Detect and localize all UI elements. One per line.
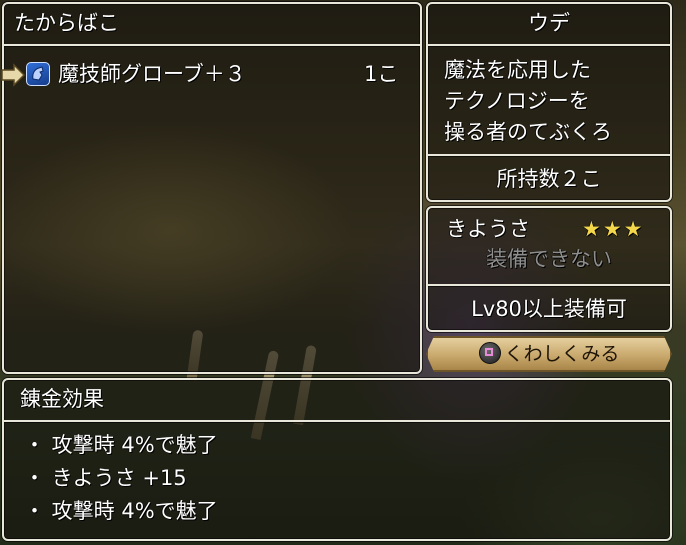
star-rating: ★★★ xyxy=(582,217,645,241)
alchemy-panel: 錬金効果 ・ 攻撃時 4%で魅了 ・ きようさ +15 ・ 攻撃時 4%で魅了 xyxy=(2,378,672,541)
divider xyxy=(4,420,670,422)
alchemy-effect: ・ 攻撃時 4%で魅了 xyxy=(24,499,218,523)
item-detail-panel: ウデ 魔法を応用した テクノロジーを 操る者のてぶくろ 所持数２こ xyxy=(426,2,672,202)
detail-button-label: くわしくみる xyxy=(504,343,620,365)
equip-info-panel: きようさ ★★★ 装備できない Lv80以上装備可 xyxy=(426,206,672,332)
divider xyxy=(428,44,670,46)
owned-count: 所持数２こ xyxy=(496,167,602,191)
equip-status: 装備できない xyxy=(486,247,612,271)
detail-button[interactable]: くわしくみる xyxy=(426,336,672,372)
equipment-category: ウデ xyxy=(528,11,570,35)
stat-name: きようさ xyxy=(446,217,530,241)
item-count: 1こ xyxy=(364,62,399,86)
description-line: 魔法を応用した xyxy=(444,58,591,82)
divider xyxy=(428,284,670,286)
divider xyxy=(428,154,670,156)
alchemy-effect: ・ 攻撃時 4%で魅了 xyxy=(24,433,218,457)
alchemy-title: 錬金効果 xyxy=(20,387,104,411)
selection-cursor-icon xyxy=(1,63,26,87)
inventory-item-row[interactable]: 魔技師グローブ＋３ 1こ xyxy=(24,58,414,90)
description-line: 操る者のてぶくろ xyxy=(444,120,612,144)
square-button-icon xyxy=(479,342,501,364)
gloves-icon xyxy=(26,62,50,86)
divider xyxy=(4,44,420,46)
alchemy-effect: ・ きようさ +15 xyxy=(24,466,187,490)
level-requirement: Lv80以上装備可 xyxy=(471,297,627,321)
description-line: テクノロジーを xyxy=(444,89,590,113)
inventory-title: たからばこ xyxy=(14,11,119,35)
item-name: 魔技師グローブ＋３ xyxy=(58,62,246,86)
